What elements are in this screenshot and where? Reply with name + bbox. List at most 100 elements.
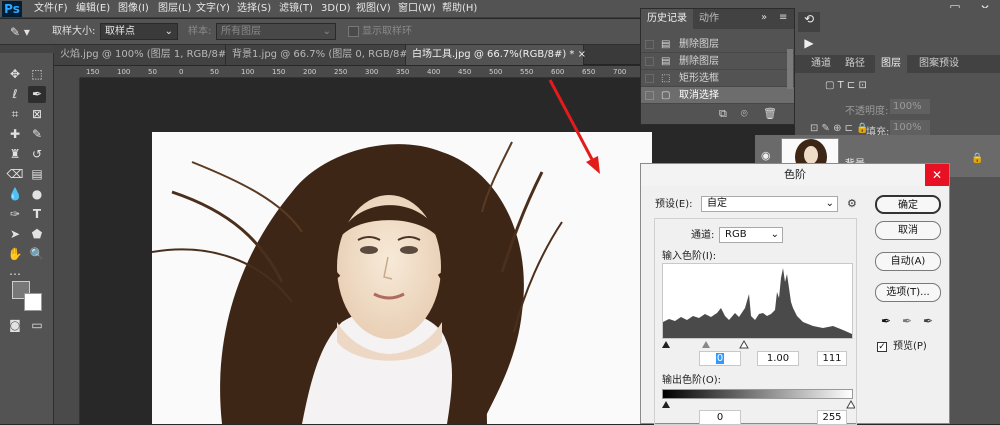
options-button[interactable]: 选项(T)... xyxy=(875,283,941,302)
tab-paths[interactable]: 路径 xyxy=(839,55,871,73)
tab-actions[interactable]: 动作 xyxy=(693,9,725,29)
tab-history[interactable]: 历史记录 xyxy=(641,9,693,29)
menu-file[interactable]: 文件(F) xyxy=(34,2,68,16)
dialog-close-button[interactable]: ✕ xyxy=(925,164,949,186)
fill-input[interactable]: 100% xyxy=(890,120,930,135)
menu-help[interactable]: 帮助(H) xyxy=(442,2,477,16)
tab-pattern-presets[interactable]: 图案预设 xyxy=(913,55,965,73)
history-panel: 历史记录 动作 » ≡ ▤ 删除图层 ▤ 删除图层 ⬚ 矩形选框 ▢ 取消选择 … xyxy=(640,8,795,125)
channel-select[interactable]: RGB ⌄ xyxy=(719,227,783,243)
actions-play-icon[interactable]: ▶ xyxy=(798,36,820,54)
input-levels-label: 输入色阶(I): xyxy=(662,251,717,262)
toolbar-grip[interactable] xyxy=(0,45,54,53)
tab-white-point[interactable]: 白场工具.jpg @ 66.7%(RGB/8#) * × xyxy=(406,45,586,65)
screen-mode-icon[interactable]: ▭ xyxy=(28,317,46,334)
tab-channels[interactable]: 通道 xyxy=(805,55,837,73)
gradient-tool-icon[interactable]: ▤ xyxy=(28,166,46,183)
vertical-ruler[interactable] xyxy=(54,78,80,424)
history-source-box[interactable] xyxy=(645,57,654,66)
healing-brush-icon[interactable]: ✚ xyxy=(6,126,24,143)
tab-fire[interactable]: 火焰.jpg @ 100% (图层 1, RGB/8#) * × xyxy=(54,45,250,65)
quick-mask-icon[interactable]: ◙ xyxy=(6,317,24,334)
new-document-from-state-icon[interactable]: ⧉ xyxy=(719,107,727,121)
menu-type[interactable]: 文字(Y) xyxy=(196,2,230,16)
trash-icon[interactable]: 🗑 xyxy=(763,107,777,120)
menu-layer[interactable]: 图层(L) xyxy=(158,2,191,16)
history-brush-icon[interactable]: ↺ xyxy=(28,146,46,163)
input-level-sliders[interactable] xyxy=(660,339,855,349)
history-source-box[interactable] xyxy=(645,74,654,83)
output-level-sliders[interactable] xyxy=(660,399,855,409)
black-point-eyedropper-icon[interactable]: ✒ xyxy=(881,314,891,328)
gray-point-eyedropper-icon[interactable]: ✒ xyxy=(902,314,912,328)
white-point-eyedropper-icon[interactable]: ✒ xyxy=(923,314,933,328)
input-white-point[interactable]: 111 xyxy=(817,351,847,366)
preview-checkbox[interactable]: ✓ xyxy=(877,342,887,352)
menu-view[interactable]: 视图(V) xyxy=(356,2,391,16)
sample-size-select[interactable]: 取样点 ⌄ xyxy=(100,23,178,40)
history-item-selected[interactable]: ▢ 取消选择 xyxy=(641,87,794,104)
hand-tool-icon[interactable]: ✋ xyxy=(6,246,24,263)
panel-menu-icon[interactable]: ≡ xyxy=(779,12,787,23)
brush-tool-icon[interactable]: ✎ xyxy=(28,126,46,143)
layer-filter-icons[interactable]: ▢ T ⊏ ⊡ xyxy=(825,80,955,94)
chevron-down-icon: ⌄ xyxy=(770,229,779,240)
input-black-point[interactable]: 0 xyxy=(699,351,741,366)
close-tab-icon[interactable]: × xyxy=(578,49,586,60)
menu-filter[interactable]: 滤镜(T) xyxy=(279,2,313,16)
ruler-tick-label: 200 xyxy=(303,68,317,76)
path-select-icon[interactable]: ➤ xyxy=(6,226,24,243)
chevron-down-icon: ⌄ xyxy=(825,198,834,209)
zoom-tool-icon[interactable]: 🔍 xyxy=(28,246,46,263)
shape-tool-icon[interactable]: ⬟ xyxy=(28,226,46,243)
history-source-box[interactable] xyxy=(645,91,654,100)
frame-tool-icon[interactable]: ⊠ xyxy=(28,106,46,123)
output-black-point[interactable]: 0 xyxy=(699,410,741,425)
clone-stamp-icon[interactable]: ♜ xyxy=(6,146,24,163)
menu-edit[interactable]: 编辑(E) xyxy=(76,2,110,16)
menu-image[interactable]: 图像(I) xyxy=(118,2,149,16)
crop-tool-icon[interactable]: ⌗ xyxy=(6,106,24,123)
eyedropper-tool-icon[interactable]: ✒ xyxy=(28,86,46,103)
blur-tool-icon[interactable]: 💧 xyxy=(6,186,24,203)
eraser-tool-icon[interactable]: ⌫ xyxy=(6,166,24,183)
show-ring-label: 显示取样环 xyxy=(362,26,412,37)
lasso-tool-icon[interactable]: ℓ xyxy=(6,86,24,103)
ruler-tick-label: 50 xyxy=(210,68,219,76)
history-item[interactable]: ▤ 删除图层 xyxy=(641,53,794,70)
ruler-tick-label: 550 xyxy=(520,68,534,76)
output-white-point[interactable]: 255 xyxy=(817,410,847,425)
pen-tool-icon[interactable]: ✑ xyxy=(6,206,24,223)
eyedropper-tool-preset-icon[interactable]: ✎ ▾ xyxy=(10,25,32,39)
ok-button[interactable]: 确定 xyxy=(875,195,941,214)
history-item[interactable]: ▤ 删除图层 xyxy=(641,36,794,53)
input-gamma[interactable]: 1.00 xyxy=(757,351,799,366)
menu-3d[interactable]: 3D(D) xyxy=(321,2,351,16)
sample-select[interactable]: 所有图层 ⌄ xyxy=(216,23,336,40)
tab-background1[interactable]: 背景1.jpg @ 66.7% (图层 0, RGB/8#) * × xyxy=(226,45,431,65)
collapse-panel-icon[interactable]: » xyxy=(761,12,767,23)
history-panel-icon[interactable]: ⟲ xyxy=(798,12,820,32)
menu-window[interactable]: 窗口(W) xyxy=(398,2,436,16)
lock-icons[interactable]: ⊡ ✎ ⊕ ⊏ 🔒 xyxy=(810,123,869,134)
auto-button[interactable]: 自动(A) xyxy=(875,252,941,271)
visibility-eye-icon[interactable]: ◉ xyxy=(761,149,771,162)
cancel-button[interactable]: 取消 xyxy=(875,221,941,240)
history-scrollbar[interactable] xyxy=(787,49,793,89)
type-tool-icon[interactable]: T xyxy=(28,206,46,223)
preset-select[interactable]: 自定 ⌄ xyxy=(701,196,838,212)
menu-select[interactable]: 选择(S) xyxy=(237,2,271,16)
preset-settings-gear-icon[interactable]: ⚙ xyxy=(847,197,857,210)
history-item[interactable]: ⬚ 矩形选框 xyxy=(641,70,794,87)
opacity-input[interactable]: 100% xyxy=(890,99,930,114)
tab-layers[interactable]: 图层 xyxy=(875,55,907,73)
marquee-tool-icon[interactable]: ⬚ xyxy=(28,66,46,83)
ruler-tick-label: 150 xyxy=(86,68,100,76)
show-ring-checkbox[interactable] xyxy=(348,26,359,37)
history-source-box[interactable] xyxy=(645,40,654,49)
background-color-swatch[interactable] xyxy=(24,293,42,311)
move-tool-icon[interactable]: ✥ xyxy=(6,66,24,83)
sample-value: 所有图层 xyxy=(221,26,261,37)
snapshot-camera-icon[interactable]: ⌾ xyxy=(741,107,748,121)
dodge-tool-icon[interactable]: ● xyxy=(28,186,46,203)
